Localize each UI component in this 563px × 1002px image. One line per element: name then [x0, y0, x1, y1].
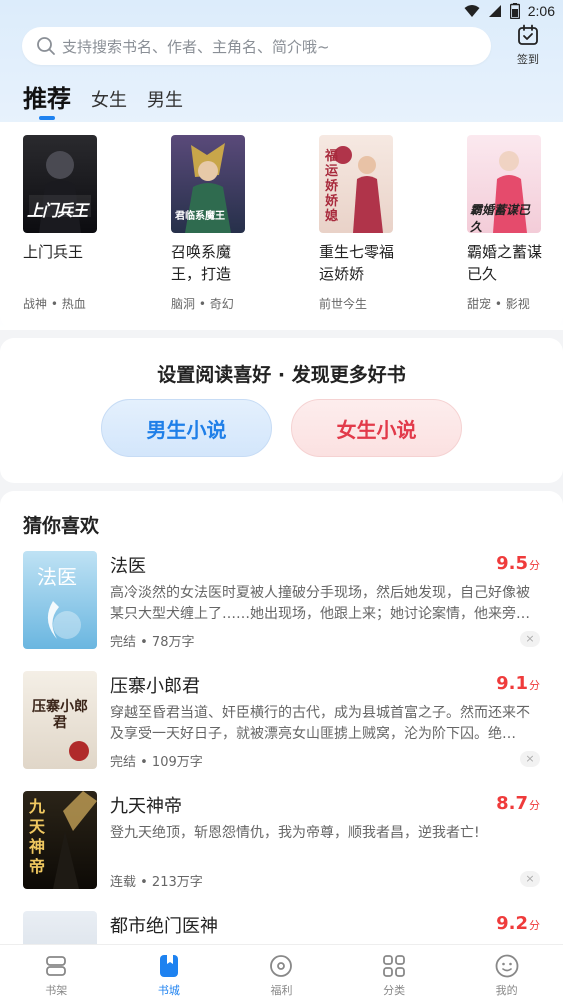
- book-description: 登九天绝顶，斩恩怨情仇，我为帝尊，顺我者昌，逆我者亡!: [110, 825, 480, 841]
- book-title: 法医: [110, 556, 146, 577]
- book-title: 都市绝门医神: [110, 916, 218, 937]
- recommend-book[interactable]: 霸婚蓄谋已久 霸婚之蓄谋已久 甜宠 • 影视: [467, 135, 563, 312]
- reading-preference-card: 设置阅读喜好 · 发现更多好书 男生小说 女生小说: [0, 338, 563, 483]
- nav-label: 书架: [45, 984, 68, 997]
- book-title: 上门兵王: [23, 243, 84, 261]
- tab-female[interactable]: 女生: [91, 86, 127, 120]
- tab-recommend[interactable]: 推荐: [23, 79, 71, 120]
- book-meta: 完结 • 78万字: [110, 635, 195, 650]
- signin-label: 签到: [517, 53, 539, 66]
- book-tags: 甜宠 • 影视: [467, 297, 530, 311]
- profile-icon: [495, 954, 519, 978]
- guess-you-like-card: 猜你喜欢 法医 法医 9.5分 高冷淡然的女法医时夏被人撞破分手现场，然后她发现…: [0, 491, 563, 951]
- list-item[interactable]: 法医 法医 9.5分 高冷淡然的女法医时夏被人撞破分手现场，然后她发现，自己好像…: [0, 551, 563, 671]
- cover-title: 福运娇娇媳: [325, 149, 339, 224]
- female-novel-button[interactable]: 女生小说: [291, 399, 462, 457]
- cover-title: 君临系魔王: [175, 211, 225, 222]
- book-meta: 完结 • 109万字: [110, 755, 203, 770]
- status-icons: 2:06: [464, 3, 555, 19]
- nav-category[interactable]: 分类: [338, 945, 451, 1002]
- book-cover: 法医: [23, 551, 97, 649]
- nav-bookstore[interactable]: 书城: [113, 945, 226, 1002]
- status-bar: 2:06: [0, 0, 563, 24]
- book-title: 压寨小郎君: [110, 676, 200, 697]
- book-description: 穿越至昏君当道、奸臣横行的古代，成为县城首富之子。然而还来不及享受一天好日子，就…: [110, 705, 530, 742]
- recommend-book[interactable]: 上门兵王 上门兵王 战神 • 热血: [23, 135, 171, 312]
- nav-label: 书城: [157, 984, 180, 997]
- cover-title: 九天神帝: [29, 797, 46, 876]
- recommend-book[interactable]: 福运娇娇媳 重生七零福运娇娇 前世今生: [319, 135, 467, 312]
- book-cover: 上门兵王: [23, 135, 97, 233]
- book-title: 九天神帝: [110, 796, 182, 817]
- recommend-book[interactable]: 君临系魔王 召唤系魔王，打造 脑洞 • 奇幻: [171, 135, 319, 312]
- book-score: 9.2分: [496, 913, 540, 934]
- cover-title: 上门兵王: [27, 201, 88, 220]
- wifi-icon: [464, 5, 480, 17]
- book-cover: 九天神帝: [23, 791, 97, 889]
- dismiss-button[interactable]: ×: [520, 871, 540, 887]
- status-time: 2:06: [527, 3, 555, 19]
- signal-icon: [488, 5, 501, 17]
- preference-title: 设置阅读喜好 · 发现更多好书: [157, 364, 406, 386]
- search-placeholder: 支持搜索书名、作者、主角名、简介哦~: [62, 37, 330, 56]
- book-tags: 脑洞 • 奇幻: [171, 297, 234, 311]
- book-cover: 福运娇娇媳: [319, 135, 393, 233]
- book-meta: 连载 • 213万字: [110, 875, 203, 890]
- book-title: 召唤系魔王，打造: [171, 243, 232, 283]
- book-tags: 战神 • 热血: [23, 297, 86, 311]
- cover-title: 霸婚蓄谋已久: [470, 203, 531, 233]
- book-tags: 前世今生: [319, 297, 368, 311]
- recommend-card: 上门兵王 上门兵王 战神 • 热血 君临系魔王 召唤系魔王，打造 脑洞 • 奇幻: [0, 122, 563, 329]
- book-score: 8.7分: [496, 793, 540, 814]
- category-icon: [383, 955, 405, 977]
- nav-label: 福利: [270, 984, 293, 997]
- battery-icon: [509, 3, 520, 19]
- book-cover: 压寨小郎君: [23, 671, 97, 769]
- nav-label: 分类: [383, 984, 406, 997]
- cover-title: 法医: [37, 565, 77, 589]
- signin-button[interactable]: 签到: [508, 24, 548, 68]
- book-cover: 君临系魔王: [171, 135, 245, 233]
- nav-profile[interactable]: 我的: [450, 945, 563, 1002]
- cover-title: 压寨小郎君: [32, 699, 88, 731]
- tab-male[interactable]: 男生: [147, 86, 183, 120]
- calendar-check-icon: [518, 24, 538, 45]
- nav-label: 我的: [495, 984, 518, 997]
- welfare-icon: [270, 955, 293, 977]
- list-item[interactable]: 九天神帝 九天神帝 8.7分 登九天绝顶，斩恩怨情仇，我为帝尊，顺我者昌，逆我者…: [0, 791, 563, 911]
- bookshelf-icon: [46, 956, 67, 976]
- bottom-navigation: 书架 书城 福利 分类 我的: [0, 944, 563, 1002]
- list-item[interactable]: 压寨小郎君 压寨小郎君 9.1分 穿越至昏君当道、奸臣横行的古代，成为县城首富之…: [0, 671, 563, 791]
- nav-welfare[interactable]: 福利: [225, 945, 338, 1002]
- bookstore-icon: [159, 955, 178, 977]
- book-description: 高冷淡然的女法医时夏被人撞破分手现场，然后她发现，自己好像被某只大型犬缠上了………: [110, 585, 530, 622]
- channel-tabs: 推荐 女生 男生: [23, 80, 203, 120]
- book-score: 9.1分: [496, 673, 540, 694]
- male-novel-button[interactable]: 男生小说: [101, 399, 272, 457]
- book-cover: 霸婚蓄谋已久: [467, 135, 541, 233]
- search-icon: [37, 37, 55, 55]
- book-title: 霸婚之蓄谋已久: [467, 243, 543, 283]
- dismiss-button[interactable]: ×: [520, 631, 540, 647]
- dismiss-button[interactable]: ×: [520, 751, 540, 767]
- book-title: 重生七零福运娇娇: [319, 243, 395, 283]
- section-heading: 猜你喜欢: [23, 515, 100, 537]
- nav-bookshelf[interactable]: 书架: [0, 945, 113, 1002]
- search-bar[interactable]: 支持搜索书名、作者、主角名、简介哦~: [22, 27, 491, 65]
- book-score: 9.5分: [496, 553, 540, 574]
- recommend-row: 上门兵王 上门兵王 战神 • 热血 君临系魔王 召唤系魔王，打造 脑洞 • 奇幻: [23, 135, 563, 312]
